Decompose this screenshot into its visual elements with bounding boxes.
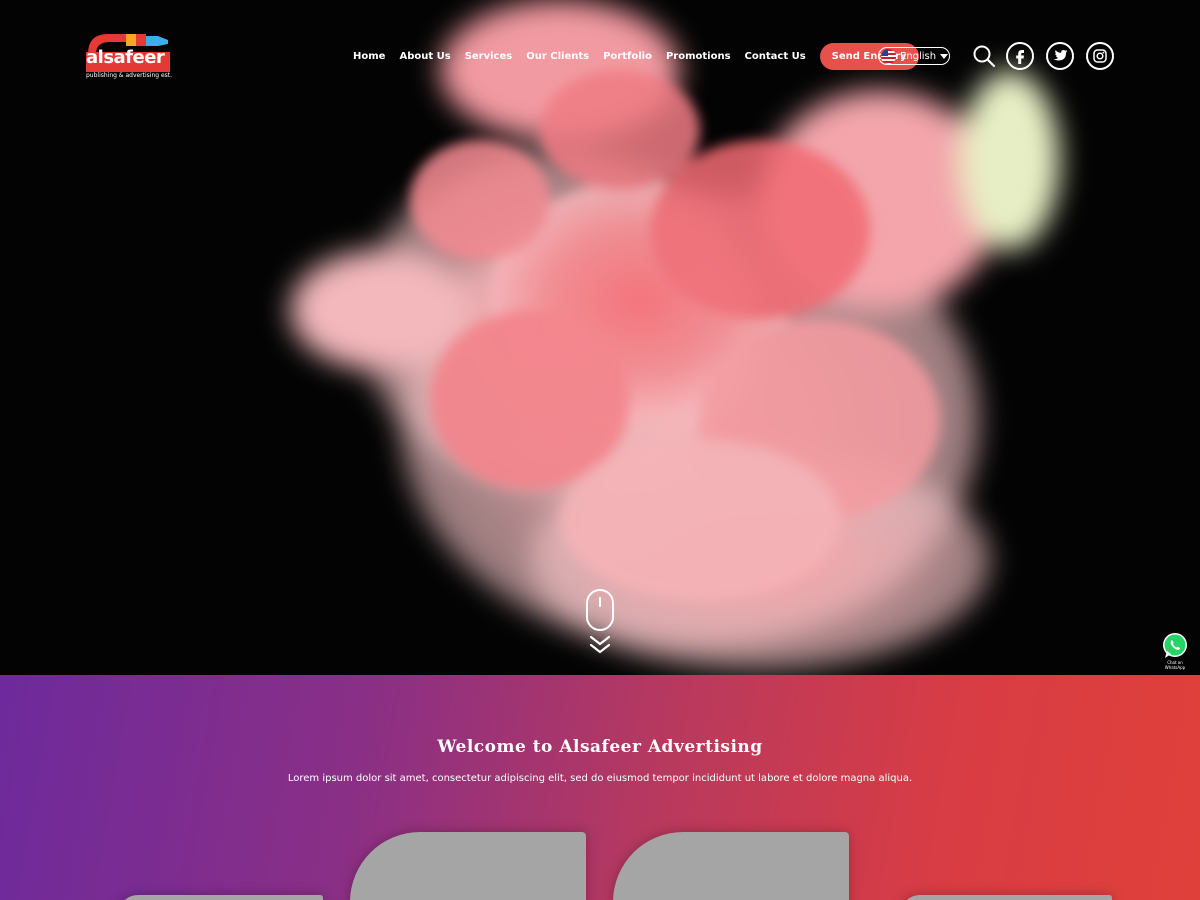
search-icon [973, 45, 996, 68]
hero-section: alsafeer publishing & advertising est. H… [0, 0, 1200, 675]
search-button[interactable] [970, 42, 998, 70]
feature-card[interactable] [900, 895, 1112, 900]
logo-wordmark: alsafeer [86, 47, 165, 68]
language-selector[interactable]: English [878, 47, 950, 65]
us-flag-icon [881, 48, 896, 64]
main-nav: Home About Us Services Our Clients Portf… [346, 42, 919, 70]
twitter-link[interactable] [1046, 42, 1074, 70]
whatsapp-icon [1163, 633, 1187, 658]
feature-card[interactable] [350, 832, 586, 900]
whatsapp-chat-button[interactable]: Chat on WhatsApp [1161, 632, 1189, 670]
nav-about-us[interactable]: About Us [399, 51, 450, 62]
logo[interactable]: alsafeer publishing & advertising est. [86, 32, 173, 84]
welcome-section: Welcome to Alsafeer Advertising Lorem ip… [0, 675, 1200, 900]
logo-tagline: publishing & advertising est. [86, 72, 173, 79]
whatsapp-label: Chat on WhatsApp [1164, 660, 1186, 670]
nav-our-clients[interactable]: Our Clients [526, 51, 589, 62]
nav-services[interactable]: Services [465, 51, 513, 62]
instagram-link[interactable] [1086, 42, 1114, 70]
welcome-description: Lorem ipsum dolor sit amet, consectetur … [287, 773, 913, 784]
hero-smoke-image [290, 0, 1060, 670]
welcome-title: Welcome to Alsafeer Advertising [437, 737, 763, 757]
twitter-icon [1053, 50, 1068, 61]
nav-home[interactable]: Home [353, 51, 385, 62]
feature-card[interactable] [118, 895, 323, 900]
nav-portfolio[interactable]: Portfolio [603, 51, 652, 62]
chevron-down-icon [940, 53, 949, 59]
facebook-icon [1016, 50, 1024, 64]
scroll-down-button[interactable] [585, 589, 615, 659]
nav-promotions[interactable]: Promotions [666, 51, 731, 62]
feature-card[interactable] [613, 832, 849, 900]
nav-contact-us[interactable]: Contact Us [745, 51, 806, 62]
mouse-scroll-icon [586, 589, 614, 654]
language-label: English [900, 50, 937, 62]
facebook-link[interactable] [1006, 42, 1034, 70]
instagram-icon [1093, 49, 1107, 63]
